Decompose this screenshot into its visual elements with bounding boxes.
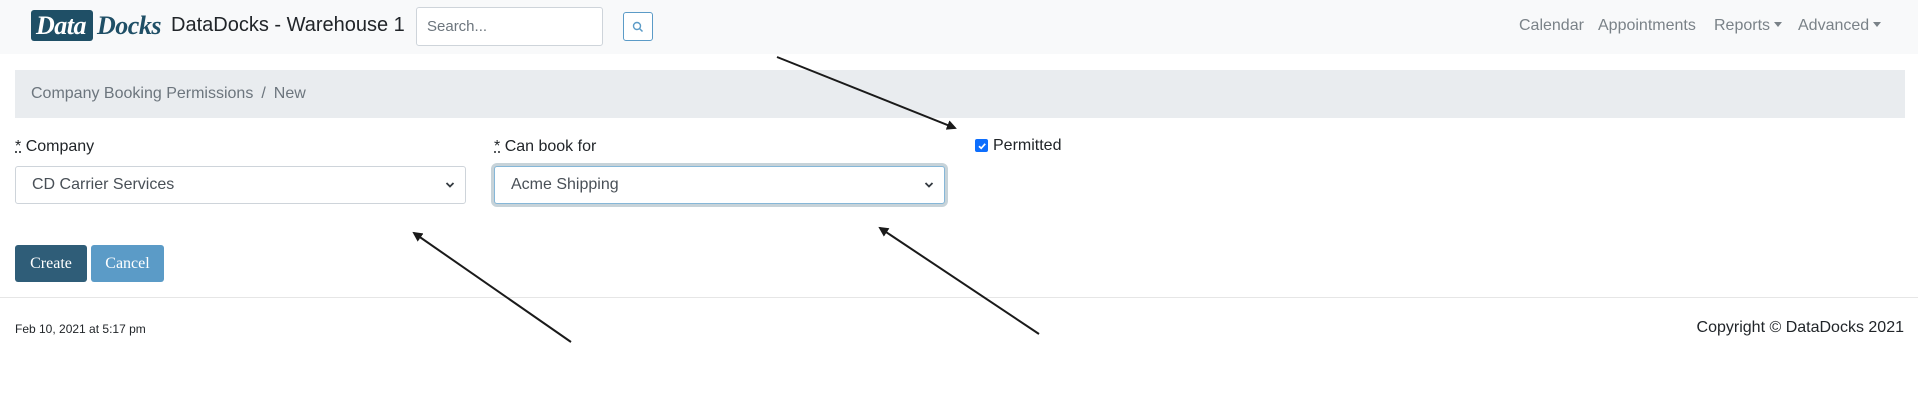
app-title[interactable]: DataDocks - Warehouse 1: [171, 14, 405, 37]
breadcrumb: Company Booking Permissions / New: [15, 70, 1905, 118]
cancel-button[interactable]: Cancel: [91, 245, 164, 282]
datadocks-logo[interactable]: Data Docks: [31, 10, 161, 41]
search-input[interactable]: [416, 7, 603, 46]
search-icon: [632, 21, 644, 32]
nav-link-advanced: Advanced: [1798, 17, 1870, 34]
company-select-value: CD Carrier Services: [32, 176, 175, 193]
create-button[interactable]: Create: [15, 245, 87, 282]
permitted-checkbox[interactable]: [975, 139, 988, 152]
company-select[interactable]: CD Carrier Services: [15, 166, 466, 204]
company-label-text: Company: [25, 138, 95, 155]
permitted-label[interactable]: Permitted: [993, 137, 1061, 155]
caret-down-icon: [1774, 22, 1783, 27]
nav-link-reports: Reports: [1714, 17, 1771, 34]
caret-down-icon: [1873, 22, 1882, 27]
chevron-down-icon: [445, 182, 455, 188]
logo-part-docks: Docks: [97, 11, 161, 40]
footer-copyright: Copyright © DataDocks 2021: [1696, 319, 1904, 336]
logo-part-data: Data: [31, 10, 93, 41]
required-marker: *: [494, 138, 501, 155]
can-book-for-label: * Can book for: [494, 138, 596, 156]
search-button[interactable]: [623, 12, 653, 41]
company-label: * Company: [15, 138, 94, 156]
checkmark-icon: [977, 142, 986, 150]
can-book-for-select[interactable]: Acme Shipping: [494, 166, 945, 204]
can-book-for-select-value: Acme Shipping: [511, 176, 619, 193]
chevron-down-icon: [924, 182, 934, 188]
breadcrumb-current: New: [273, 85, 306, 102]
footer-timestamp: Feb 10, 2021 at 5:17 pm: [15, 322, 146, 336]
footer-divider: [0, 297, 1918, 298]
nav-link-calendar[interactable]: Calendar: [1519, 17, 1584, 35]
nav-dropdown-advanced[interactable]: Advanced: [1798, 17, 1882, 35]
annotation-arrow: [412, 231, 572, 343]
required-marker: *: [15, 138, 22, 155]
annotation-arrow: [878, 226, 1040, 335]
nav-dropdown-reports[interactable]: Reports: [1714, 17, 1783, 35]
breadcrumb-separator: /: [261, 85, 266, 102]
nav-link-appointments[interactable]: Appointments: [1598, 17, 1696, 35]
breadcrumb-parent[interactable]: Company Booking Permissions: [31, 85, 253, 103]
can-book-for-label-text: Can book for: [504, 138, 597, 155]
